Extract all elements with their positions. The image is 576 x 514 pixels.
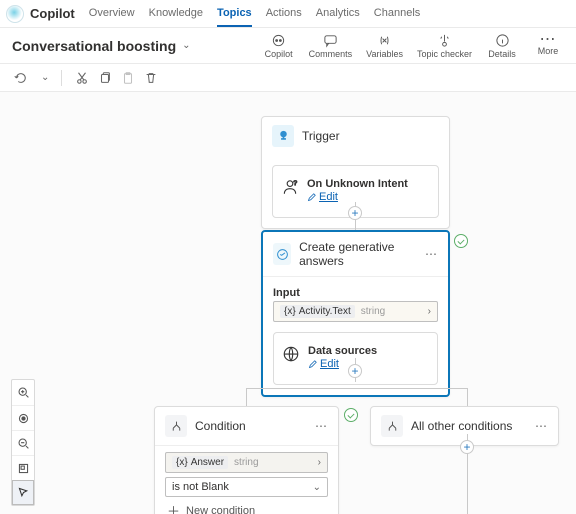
- variable-brackets-icon: {x}: [284, 306, 296, 317]
- datasources-label: Data sources: [308, 345, 377, 357]
- tool-more-label: More: [538, 46, 559, 56]
- minimap-button[interactable]: [12, 455, 34, 480]
- tool-topic-checker[interactable]: Topic checker: [417, 33, 472, 59]
- tool-details[interactable]: Details: [486, 33, 518, 59]
- trigger-icon: [272, 125, 294, 147]
- undo-dropdown-icon[interactable]: ⌄: [41, 72, 49, 83]
- generative-icon: [273, 243, 291, 265]
- add-node-button[interactable]: [348, 364, 362, 378]
- header-tools: Copilot Comments Variables Topic checker…: [263, 33, 564, 59]
- connector: [467, 388, 468, 408]
- tool-details-label: Details: [488, 49, 516, 59]
- nav-overview[interactable]: Overview: [89, 0, 135, 27]
- comments-icon: [323, 33, 338, 48]
- tool-comments[interactable]: Comments: [309, 33, 353, 59]
- variable-tag: {x} Answer: [172, 456, 228, 469]
- variable-type: string: [361, 306, 385, 317]
- chevron-right-icon[interactable]: ›: [428, 306, 431, 317]
- generative-title: Create generative answers: [299, 240, 417, 268]
- editing-toolbar: ⌄: [0, 64, 576, 92]
- nav-knowledge[interactable]: Knowledge: [149, 0, 203, 27]
- more-icon: ⋯: [540, 35, 557, 45]
- tool-copilot-label: Copilot: [265, 49, 293, 59]
- variable-type: string: [234, 457, 258, 468]
- unknown-intent-icon: ?: [281, 178, 299, 196]
- copilot-icon: [271, 33, 286, 48]
- trigger-title: Trigger: [302, 129, 340, 143]
- authoring-canvas[interactable]: Trigger ? On Unknown Intent Edit: [0, 92, 576, 514]
- add-node-button[interactable]: [460, 440, 474, 454]
- copilot-logo-icon: [6, 5, 24, 23]
- undo-button[interactable]: [12, 70, 27, 85]
- generative-input-label: Input: [273, 287, 438, 299]
- reset-view-button[interactable]: [12, 405, 34, 430]
- node-menu-button[interactable]: ⋯: [315, 419, 328, 433]
- cut-button[interactable]: [74, 70, 89, 85]
- condition-icon: [165, 415, 187, 437]
- nav-channels[interactable]: Channels: [374, 0, 420, 27]
- variable-brackets-icon: {x}: [176, 457, 188, 468]
- page-title: Conversational boosting: [12, 38, 176, 54]
- generative-input-field[interactable]: {x} Activity.Text string ›: [273, 301, 438, 322]
- pan-mode-button[interactable]: [12, 480, 34, 505]
- pencil-icon: [307, 193, 316, 202]
- condition-title: Condition: [195, 419, 246, 433]
- tool-comments-label: Comments: [309, 49, 353, 59]
- chevron-right-icon[interactable]: ›: [318, 457, 321, 468]
- tool-topic-checker-label: Topic checker: [417, 49, 472, 59]
- topic-checker-icon: [437, 33, 452, 48]
- top-navigation: Overview Knowledge Topics Actions Analyt…: [89, 0, 421, 27]
- condition-variable-field[interactable]: {x} Answer string ›: [165, 452, 328, 473]
- brand-label: Copilot: [30, 6, 75, 21]
- details-icon: [495, 33, 510, 48]
- connector: [246, 388, 247, 408]
- canvas-zoom-dock: [11, 379, 35, 506]
- node-menu-button[interactable]: ⋯: [425, 247, 438, 261]
- tool-more[interactable]: ⋯ More: [532, 35, 564, 56]
- validation-ok-badge: [344, 408, 358, 422]
- tool-variables-label: Variables: [366, 49, 403, 59]
- trigger-edit-link[interactable]: Edit: [307, 191, 338, 203]
- chevron-down-icon: ⌄: [313, 482, 321, 493]
- plus-icon: ＋: [167, 501, 180, 514]
- variables-icon: [377, 33, 392, 48]
- datasources-edit-link[interactable]: Edit: [308, 358, 339, 370]
- allother-title: All other conditions: [411, 419, 512, 433]
- topbar: Copilot Overview Knowledge Topics Action…: [0, 0, 576, 28]
- page-header-bar: Conversational boosting ⌄ Copilot Commen…: [0, 28, 576, 64]
- add-condition-button[interactable]: ＋ New condition: [165, 497, 328, 514]
- nav-topics[interactable]: Topics: [217, 0, 252, 27]
- tool-copilot[interactable]: Copilot: [263, 33, 295, 59]
- zoom-in-button[interactable]: [12, 380, 34, 405]
- condition-operator-dropdown[interactable]: is not Blank ⌄: [165, 477, 328, 497]
- node-menu-button[interactable]: ⋯: [535, 419, 548, 433]
- globe-icon: [282, 345, 300, 363]
- chevron-down-icon[interactable]: ⌄: [182, 40, 190, 51]
- node-condition[interactable]: Condition ⋯ {x} Answer string › is not B…: [154, 406, 339, 514]
- trigger-item-label: On Unknown Intent: [307, 178, 408, 190]
- validation-ok-badge: [454, 234, 468, 248]
- nav-analytics[interactable]: Analytics: [316, 0, 360, 27]
- add-node-button[interactable]: [348, 206, 362, 220]
- separator: [61, 70, 62, 86]
- delete-button[interactable]: [143, 70, 158, 85]
- branch-line: [246, 388, 468, 389]
- tool-variables[interactable]: Variables: [366, 33, 403, 59]
- zoom-out-button[interactable]: [12, 430, 34, 455]
- variable-tag: {x} Activity.Text: [280, 305, 355, 318]
- nav-actions[interactable]: Actions: [266, 0, 302, 27]
- paste-button[interactable]: [120, 70, 135, 85]
- svg-text:?: ?: [293, 180, 297, 187]
- pencil-icon: [308, 360, 317, 369]
- copy-button[interactable]: [97, 70, 112, 85]
- condition-icon: [381, 415, 403, 437]
